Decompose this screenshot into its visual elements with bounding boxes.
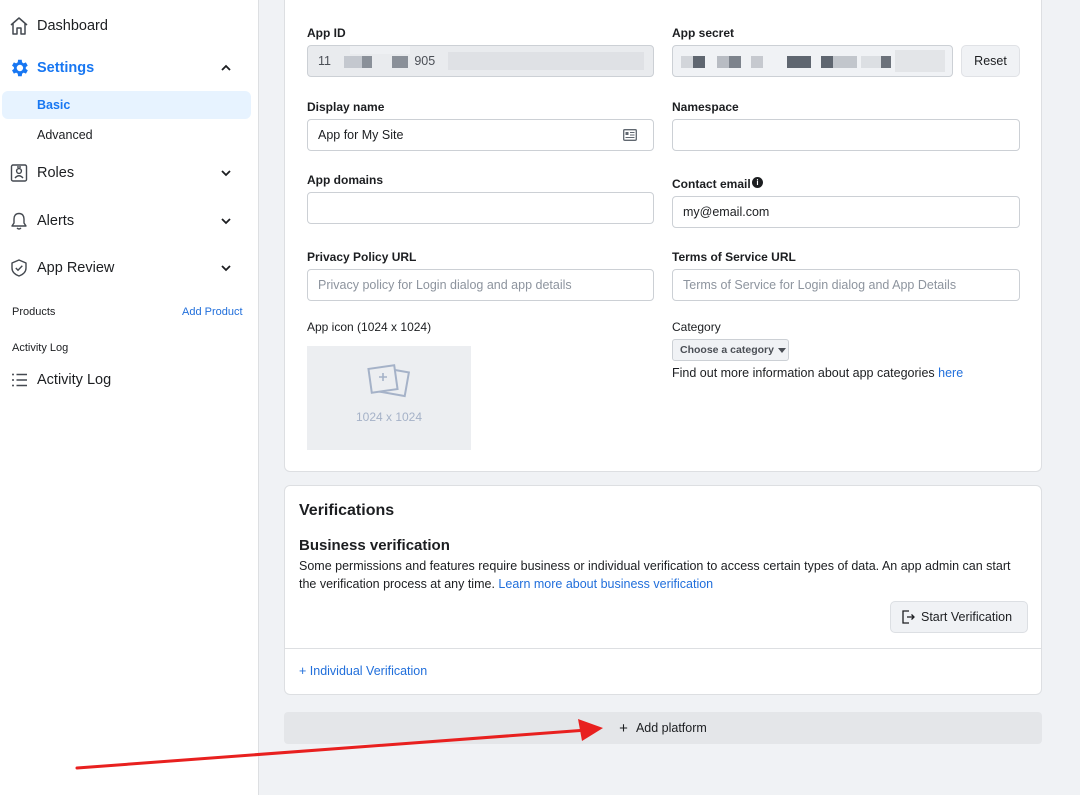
category-info-text: Find out more information about app cate…: [672, 366, 935, 380]
nav-advanced-label: Advanced: [37, 128, 93, 142]
display-name-value: App for My Site: [318, 128, 404, 142]
verifications-card: Verifications Business verification Some…: [284, 485, 1042, 695]
list-icon: [8, 369, 30, 391]
nav-activity-log-label: Activity Log: [37, 372, 112, 388]
chevron-down-icon[interactable]: [218, 260, 234, 276]
individual-verification-link[interactable]: + Individual Verification: [299, 664, 427, 678]
category-info: Find out more information about app cate…: [672, 366, 963, 380]
app-domains-input[interactable]: [307, 192, 654, 224]
redaction-block: [895, 50, 945, 72]
shield-check-icon: [8, 257, 30, 279]
add-platform-button[interactable]: + Add platform: [284, 712, 1042, 744]
contact-email-input[interactable]: my@email.com: [672, 196, 1020, 228]
app-icon-dimensions: 1024 x 1024: [355, 410, 423, 424]
nav-advanced[interactable]: Advanced: [2, 121, 251, 149]
redaction-block: [751, 56, 763, 68]
app-icon-upload[interactable]: 1024 x 1024: [307, 346, 471, 450]
redaction-block: [787, 56, 811, 68]
business-verification-title: Business verification: [299, 537, 450, 554]
redaction-block: [833, 56, 857, 68]
contact-card-icon[interactable]: [623, 129, 637, 144]
nav-basic-label: Basic: [37, 98, 71, 112]
verifications-title: Verifications: [299, 502, 395, 519]
start-verification-label: Start Verification: [921, 610, 1013, 624]
category-here-link[interactable]: here: [938, 366, 963, 380]
basic-settings-card: App ID 11 905 App secret Reset Display n…: [284, 0, 1042, 472]
redaction-block: [693, 56, 705, 68]
nav-alerts-label: Alerts: [37, 213, 75, 229]
start-verification-button[interactable]: Start Verification: [890, 601, 1028, 633]
redaction-block: [717, 56, 729, 68]
redaction-block: [392, 56, 408, 68]
nav-roles[interactable]: Roles: [0, 153, 259, 193]
terms-of-service-input[interactable]: Terms of Service for Login dialog and Ap…: [672, 269, 1020, 301]
activity-log-section-label: Activity Log: [12, 342, 69, 354]
image-placeholder-icon: [365, 362, 413, 409]
redaction-block: [344, 56, 362, 68]
redaction-block: [350, 46, 410, 54]
nav-dashboard[interactable]: Dashboard: [0, 6, 259, 46]
nav-activity-log[interactable]: Activity Log: [0, 360, 259, 400]
namespace-input[interactable]: [672, 119, 1020, 151]
app-id-value: 11 905: [318, 54, 436, 68]
redaction-block: [881, 56, 891, 68]
business-verification-description: Some permissions and features require bu…: [299, 557, 1029, 593]
divider: [285, 648, 1041, 649]
add-product-link[interactable]: Add Product: [182, 306, 243, 318]
nav-settings[interactable]: Settings: [0, 48, 259, 88]
redaction-block: [681, 56, 693, 68]
choose-category-dropdown[interactable]: Choose a category: [672, 339, 789, 361]
app-secret-label: App secret: [672, 26, 735, 40]
app-secret-field[interactable]: [672, 45, 953, 77]
gear-icon: [8, 57, 30, 79]
chevron-up-icon[interactable]: [218, 60, 234, 76]
choose-category-label: Choose a category: [680, 344, 774, 356]
info-icon[interactable]: i: [752, 177, 763, 188]
terms-of-service-placeholder: Terms of Service for Login dialog and Ap…: [683, 278, 957, 292]
caret-down-icon: [777, 347, 786, 353]
home-icon: [8, 15, 30, 37]
app-id-label: App ID: [307, 26, 346, 40]
redaction-block: [448, 52, 644, 70]
redaction-block: [729, 56, 741, 68]
display-name-input[interactable]: App for My Site: [307, 119, 654, 151]
nav-settings-label: Settings: [37, 60, 95, 76]
bell-icon: [8, 210, 30, 232]
terms-of-service-label: Terms of Service URL: [672, 250, 796, 264]
redaction-block: [821, 56, 833, 68]
nav-app-review-label: App Review: [37, 260, 115, 276]
display-name-label: Display name: [307, 100, 385, 114]
learn-more-link[interactable]: Learn more about business verification: [498, 577, 713, 591]
add-platform-label: Add platform: [635, 721, 707, 735]
app-domains-label: App domains: [307, 173, 384, 187]
contact-email-value: my@email.com: [683, 205, 770, 219]
contact-email-label: Contact email: [672, 177, 751, 191]
nav-basic[interactable]: Basic: [2, 91, 251, 119]
nav-dashboard-label: Dashboard: [37, 18, 108, 34]
privacy-policy-input[interactable]: Privacy policy for Login dialog and app …: [307, 269, 654, 301]
nav-roles-label: Roles: [37, 165, 75, 181]
plus-icon: +: [619, 719, 628, 737]
app-id-field[interactable]: 11 905: [307, 45, 654, 77]
chevron-down-icon[interactable]: [218, 165, 234, 181]
nav-alerts[interactable]: Alerts: [0, 201, 259, 241]
roles-badge-icon: [8, 162, 30, 184]
privacy-policy-placeholder: Privacy policy for Login dialog and app …: [318, 278, 572, 292]
redaction-block: [362, 56, 372, 68]
reset-secret-button[interactable]: Reset: [961, 45, 1020, 77]
chevron-down-icon[interactable]: [218, 213, 234, 229]
privacy-policy-label: Privacy Policy URL: [307, 250, 417, 264]
exit-door-icon: [901, 610, 915, 624]
category-label: Category: [672, 320, 721, 334]
namespace-label: Namespace: [672, 100, 739, 114]
app-icon-label: App icon (1024 x 1024): [307, 320, 432, 334]
sidebar: Dashboard Settings Basic Advanced Roles …: [0, 0, 259, 795]
nav-app-review[interactable]: App Review: [0, 248, 259, 288]
products-section-label: Products: [12, 306, 56, 318]
